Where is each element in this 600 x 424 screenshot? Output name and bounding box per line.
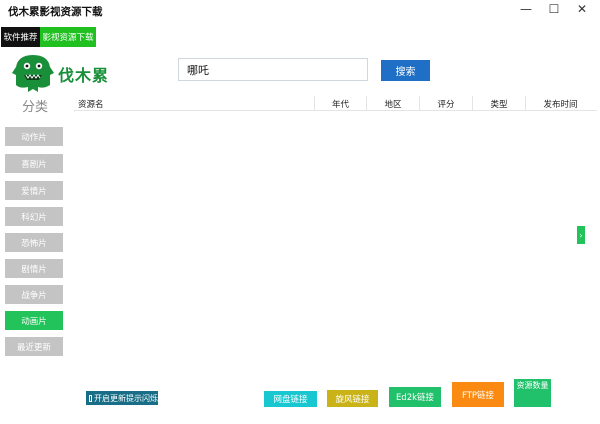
category-recent-updates[interactable]: 最近更新 [5, 337, 63, 356]
search-input[interactable] [178, 58, 368, 81]
software-recommend-button[interactable]: 软件推荐 [1, 27, 40, 47]
table-header: 资源名 年代 地区 评分 类型 发布时间 [74, 96, 597, 111]
update-blink-toggle[interactable]: 开启更新提示闪烁 [86, 391, 158, 405]
search-button[interactable]: 搜索 [381, 60, 430, 81]
category-title: 分类 [22, 100, 49, 115]
column-header-year[interactable]: 年代 [314, 96, 366, 111]
minimize-button[interactable]: — [512, 0, 540, 18]
ftp-link-button[interactable]: FTP链接 [452, 382, 504, 407]
category-drama[interactable]: 剧情片 [5, 259, 63, 278]
logo-text: 伐木累 [58, 66, 110, 85]
category-horror[interactable]: 恐怖片 [5, 233, 63, 252]
column-header-release-time[interactable]: 发布时间 [525, 96, 595, 111]
column-header-rating[interactable]: 评分 [419, 96, 472, 111]
column-header-name[interactable]: 资源名 [74, 96, 314, 111]
category-animation[interactable]: 动画片 [5, 311, 63, 330]
column-header-type[interactable]: 类型 [472, 96, 525, 111]
category-scifi[interactable]: 科幻片 [5, 207, 63, 226]
ed2k-link-button[interactable]: Ed2k链接 [389, 387, 441, 407]
window-title: 伐木累影视资源下载 [8, 6, 103, 18]
xuanfeng-link-button[interactable]: 旋风链接 [327, 390, 378, 407]
results-table-body[interactable] [74, 112, 597, 384]
column-header-region[interactable]: 地区 [366, 96, 419, 111]
category-action[interactable]: 动作片 [5, 127, 63, 146]
netdisk-link-button[interactable]: 网盘链接 [264, 391, 317, 407]
category-war[interactable]: 战争片 [5, 285, 63, 304]
resource-count-badge: 资源数量 [514, 379, 551, 407]
category-romance[interactable]: 爱情片 [5, 181, 63, 200]
maximize-button[interactable]: ☐ [540, 0, 568, 18]
category-comedy[interactable]: 喜剧片 [5, 154, 63, 173]
title-bar: 伐木累影视资源下载 — ☐ ✕ [0, 0, 600, 22]
blink-toggle-label: 开启更新提示闪烁 [94, 393, 158, 403]
close-button[interactable]: ✕ [568, 0, 596, 18]
blink-checkbox[interactable] [89, 394, 92, 402]
resource-download-button[interactable]: 影视资源下载 [40, 27, 96, 47]
side-expand-handle[interactable]: › [577, 226, 585, 244]
monster-logo-icon [12, 55, 54, 92]
